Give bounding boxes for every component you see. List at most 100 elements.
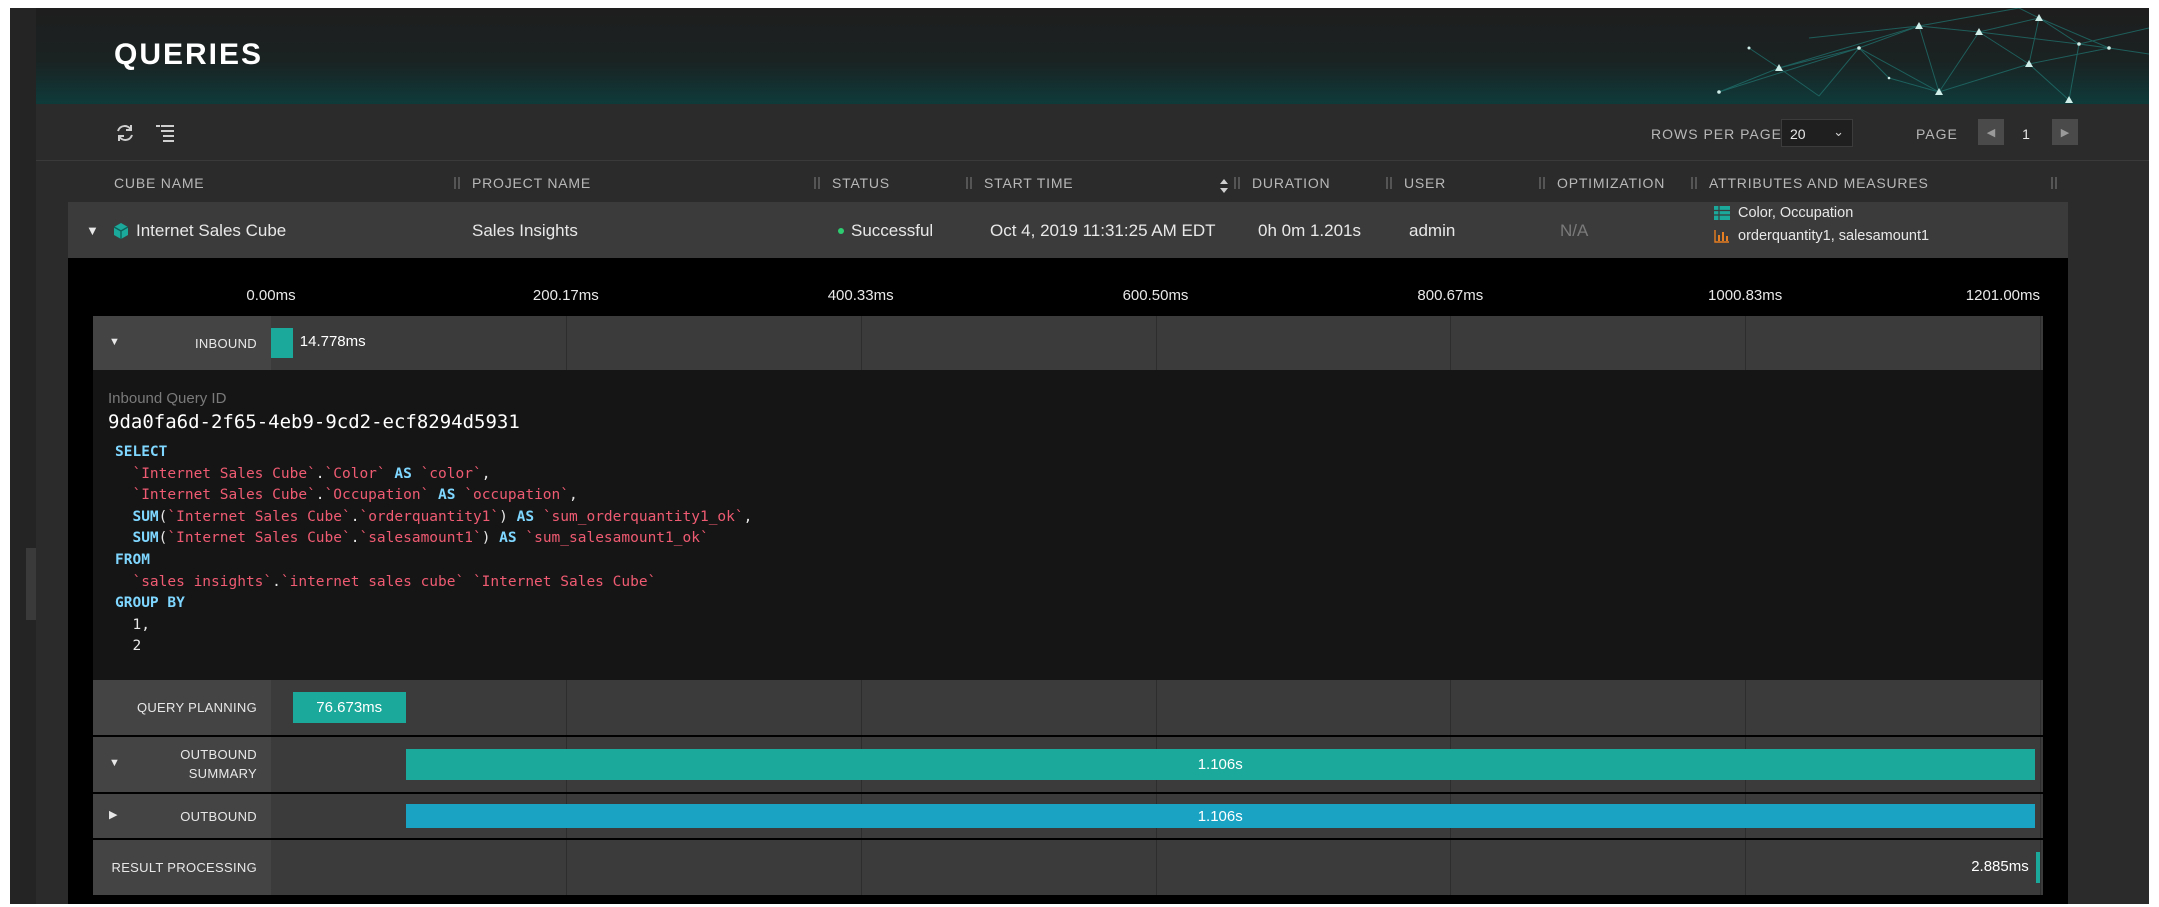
page-label: PAGE: [1916, 126, 1958, 142]
column-resize-handle[interactable]: [2051, 177, 2057, 189]
table-header: CUBE NAME PROJECT NAME STATUS START TIME…: [36, 160, 2149, 200]
timeline-tick: 800.67ms: [1417, 287, 1484, 304]
timeline-tick: 1201.00ms: [1965, 287, 2040, 304]
cube-icon: [113, 223, 129, 239]
timeline-grid-line: [1155, 840, 1157, 895]
timeline-grid-line: [860, 316, 862, 370]
timeline-tick: 400.33ms: [827, 287, 894, 304]
page-number: 1: [2022, 126, 2030, 142]
optimization-cell: N/A: [1560, 221, 1589, 240]
inbound-query-id-label: Inbound Query ID: [108, 390, 227, 407]
next-page-button[interactable]: ▶: [2052, 119, 2078, 145]
timeline-grid-line: [2040, 737, 2041, 792]
timeline-grid-line: [565, 680, 567, 735]
rows-per-page-value: 20: [1790, 126, 1806, 142]
network-decoration-icon: [1717, 8, 2149, 103]
start-time-cell: Oct 4, 2019 11:31:25 AM EDT: [990, 221, 1216, 240]
project-name-cell: Sales Insights: [472, 221, 578, 240]
bar-chart-icon: [1714, 230, 1729, 243]
timeline-grid-line: [1450, 680, 1452, 735]
prev-page-button[interactable]: ◀: [1978, 119, 2004, 145]
column-header-user[interactable]: USER: [1404, 175, 1446, 191]
chevron-down-icon: ⌄: [1833, 124, 1844, 139]
column-resize-handle[interactable]: [814, 177, 820, 189]
timeline-bar-result-processing[interactable]: [2035, 852, 2040, 883]
column-header-attributes-measures[interactable]: ATTRIBUTES AND MEASURES: [1709, 175, 1929, 191]
timeline-grid-line: [860, 680, 862, 735]
user-cell: admin: [1409, 221, 1456, 240]
duration-cell: 0h 0m 1.201s: [1258, 221, 1362, 240]
timeline-tick: 1000.83ms: [1708, 287, 1783, 304]
timeline-grid-line: [2040, 794, 2041, 838]
timeline-grid-line: [1745, 680, 1747, 735]
column-header-status[interactable]: STATUS: [832, 175, 890, 191]
column-header-duration[interactable]: DURATION: [1252, 175, 1330, 191]
timeline-tick: 0.00ms: [246, 287, 296, 304]
timeline-tick: 200.17ms: [532, 287, 599, 304]
column-resize-handle[interactable]: [454, 177, 460, 189]
stage-label-result-processing: RESULT PROCESSING: [93, 840, 271, 895]
timeline-grid-line: [2040, 680, 2041, 735]
timeline-grid-line: [1745, 840, 1747, 895]
timeline-grid-line: [565, 316, 567, 370]
timeline-value-inbound: 14.778ms: [299, 333, 366, 350]
timeline-grid-line: [1155, 680, 1157, 735]
main-content: QUERIES ROWS PER PAGE 20 ⌄ PAGE ◀ 1 ▶ CU…: [36, 8, 2149, 904]
column-resize-handle[interactable]: [1386, 177, 1392, 189]
timeline-bar-query-planning[interactable]: 76.673ms: [292, 692, 406, 723]
caret-right-icon: ▶: [2060, 126, 2070, 139]
timeline-bar-inbound[interactable]: [271, 328, 293, 358]
table-row[interactable]: ▼ Internet Sales Cube Sales Insights Suc…: [68, 202, 2068, 258]
timeline-grid-line: [565, 840, 567, 895]
rows-per-page-select[interactable]: 20 ⌄: [1781, 119, 1853, 147]
timeline-value-result-processing: 2.885ms: [1971, 858, 2029, 875]
cube-name-cell[interactable]: Internet Sales Cube: [136, 221, 286, 241]
sql-code-block: SELECT `Internet Sales Cube`.`Color` AS …: [115, 444, 753, 655]
inbound-query-id: 9da0fa6d-2f65-4eb9-9cd2-ecf8294d5931: [108, 411, 520, 433]
stage-label-query-planning: QUERY PLANNING: [93, 680, 271, 735]
measures-list: orderquantity1, salesamount1: [1738, 228, 1930, 244]
collapse-caret-icon[interactable]: ▼: [109, 336, 120, 348]
filter-list-icon[interactable]: [154, 122, 176, 144]
query-timeline-panel: 0.00ms 200.17ms 400.33ms 600.50ms 800.67…: [68, 258, 2068, 904]
column-header-start-time[interactable]: START TIME: [984, 175, 1073, 191]
timeline-bar-outbound-summary[interactable]: 1.106s: [405, 749, 2035, 780]
toolbar: ROWS PER PAGE 20 ⌄ PAGE ◀ 1 ▶: [36, 104, 2149, 160]
stage-inbound: ▼ INBOUND 14.778ms: [93, 316, 2043, 370]
column-header-cube-name[interactable]: CUBE NAME: [114, 175, 204, 191]
refresh-icon[interactable]: [114, 122, 136, 144]
timeline-grid-line: [2040, 316, 2041, 370]
collapse-caret-icon[interactable]: ▼: [109, 757, 120, 769]
column-resize-handle[interactable]: [966, 177, 972, 189]
stage-query-planning: QUERY PLANNING 76.673ms: [93, 680, 2043, 735]
page-header: QUERIES: [36, 8, 2149, 104]
timeline-grid-line: [1155, 316, 1157, 370]
timeline-bar-outbound[interactable]: 1.106s: [405, 804, 2035, 828]
sort-icon[interactable]: [1219, 178, 1229, 194]
stage-outbound-summary: ▼ OUTBOUND SUMMARY 1.106s: [93, 737, 2043, 792]
timeline-tick: 600.50ms: [1122, 287, 1189, 304]
stage-label-inbound: ▼ INBOUND: [93, 316, 271, 370]
caret-left-icon: ◀: [1986, 126, 1996, 139]
timeline-grid-line: [1450, 316, 1452, 370]
status-cell: Successful: [851, 221, 934, 240]
column-header-project-name[interactable]: PROJECT NAME: [472, 175, 591, 191]
rows-per-page-label: ROWS PER PAGE: [1651, 126, 1782, 142]
timeline-grid-line: [1450, 840, 1452, 895]
app-window: QUERIES ROWS PER PAGE 20 ⌄ PAGE ◀ 1 ▶ CU…: [10, 8, 2149, 904]
stage-label-outbound-summary: ▼ OUTBOUND SUMMARY: [93, 737, 271, 792]
side-rail: [10, 8, 36, 904]
column-resize-handle[interactable]: [1234, 177, 1240, 189]
stage-result-processing: RESULT PROCESSING 2.885ms: [93, 840, 2043, 895]
expand-caret-icon[interactable]: ▶: [109, 808, 117, 821]
attributes-list: Color, Occupation: [1738, 205, 1854, 221]
column-resize-handle[interactable]: [1691, 177, 1697, 189]
status-dot-icon: [838, 228, 844, 234]
column-resize-handle[interactable]: [1539, 177, 1545, 189]
stage-outbound: ▶ OUTBOUND 1.106s: [93, 794, 2043, 838]
timeline-grid-line: [860, 840, 862, 895]
expand-caret-icon[interactable]: ▼: [86, 223, 99, 238]
page-title: QUERIES: [114, 38, 264, 71]
column-header-optimization[interactable]: OPTIMIZATION: [1557, 175, 1665, 191]
inbound-query-detail: Inbound Query ID 9da0fa6d-2f65-4eb9-9cd2…: [93, 370, 2043, 680]
